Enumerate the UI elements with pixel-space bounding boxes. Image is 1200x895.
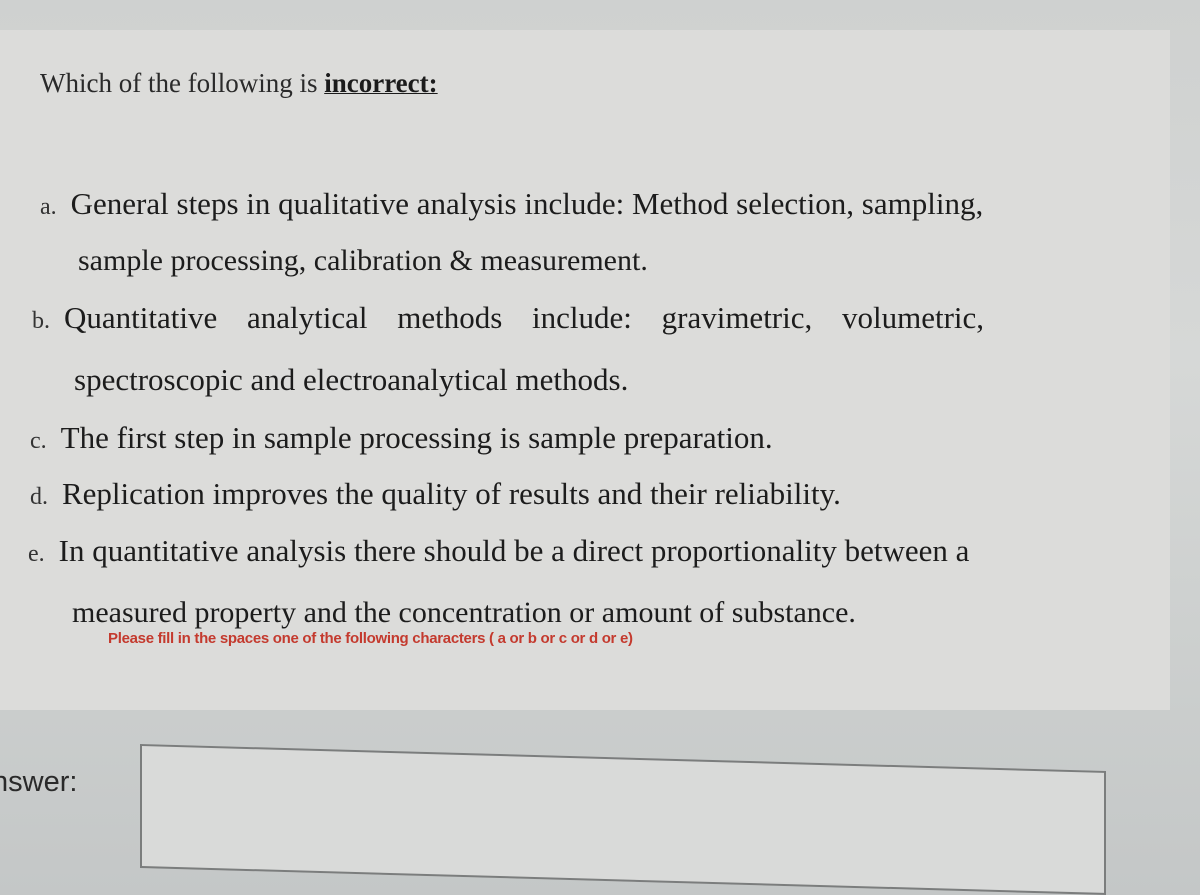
question-emphasis: incorrect: xyxy=(324,68,438,98)
option-text: The first step in sample processing is s… xyxy=(60,420,773,455)
instruction-text: Please fill in the spaces one of the fol… xyxy=(108,630,633,647)
option-d: d. Replication improves the quality of re… xyxy=(30,476,841,512)
option-text: Replication improves the quality of resu… xyxy=(62,476,841,511)
option-b-continuation: spectroscopic and electroanalytical meth… xyxy=(74,362,629,397)
option-text: In quantitative analysis there should be… xyxy=(58,533,970,568)
option-letter: d. xyxy=(30,484,48,510)
option-text: General steps in qualitative analysis in… xyxy=(70,186,984,221)
question-prefix: Which of the following is xyxy=(40,68,325,98)
option-letter: b. xyxy=(32,308,50,334)
option-letter: a. xyxy=(40,194,57,220)
option-c: c. The first step in sample processing is… xyxy=(30,420,773,456)
option-e-continuation: measured property and the concentration … xyxy=(72,596,856,629)
option-e: e. In quantitative analysis there should … xyxy=(28,533,969,569)
option-text: Quantitative analytical methods include:… xyxy=(64,300,985,335)
answer-label: nswer: xyxy=(0,766,78,798)
option-a: a. General steps in qualitative analysis … xyxy=(40,186,983,222)
option-b: b. Quantitative analytical methods includ… xyxy=(32,300,984,336)
option-a-continuation: sample processing, calibration & measure… xyxy=(78,244,648,277)
option-letter: e. xyxy=(28,541,45,567)
question-title: Which of the following is incorrect: xyxy=(40,68,438,99)
answer-input[interactable] xyxy=(140,744,1106,895)
option-letter: c. xyxy=(30,428,47,454)
